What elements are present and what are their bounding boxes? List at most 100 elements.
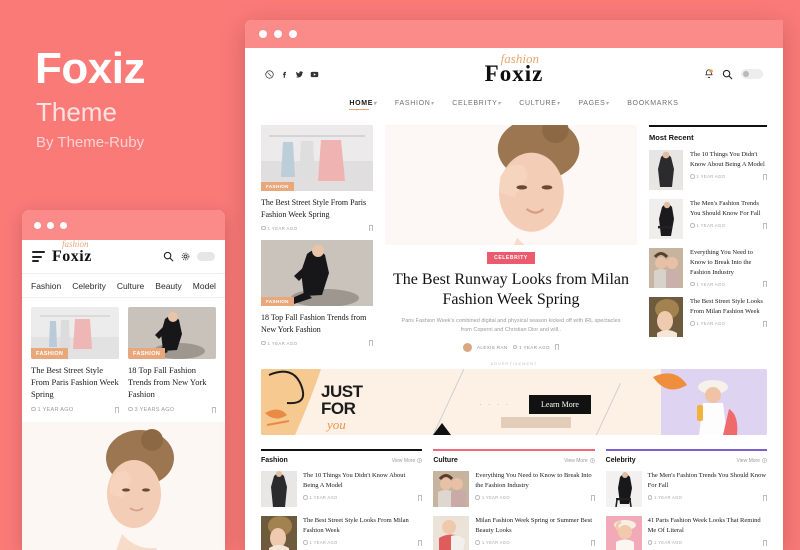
learn-more-button[interactable]: Learn More [529,395,591,415]
category-badge[interactable]: FASHION [261,297,294,307]
clock-icon [261,340,266,346]
bookmark-icon[interactable] [369,225,373,232]
category-badge[interactable]: FASHION [128,348,166,359]
list-item[interactable]: The 10 Things You Didn't Know About Bein… [261,471,423,508]
window-dot-minimize[interactable] [47,221,54,229]
category-badge[interactable]: FASHION [31,348,69,359]
list-item[interactable]: FASHION The Best Street Style From Paris… [31,307,119,413]
featured-image[interactable] [385,125,637,245]
article-title[interactable]: Everything You Need to Know to Break Int… [475,471,594,491]
mobile-nav-item-celebrity[interactable]: Celebrity [72,281,106,291]
bookmark-icon[interactable] [418,494,423,501]
window-dot-close[interactable] [259,30,267,38]
search-icon[interactable] [163,251,174,262]
bookmark-icon[interactable] [590,539,595,546]
article-date: 1 YEAR AGO [690,321,725,326]
window-dot-maximize[interactable] [60,221,67,229]
list-item[interactable]: The Men's Fashion Trends You Should Know… [605,471,767,508]
article-title[interactable]: 18 Top Fall Fashion Trends from New York… [128,365,216,401]
article-title[interactable]: The 10 Things You Didn't Know About Bein… [303,471,422,491]
article-title[interactable]: The Best Street Style Looks From Milan F… [690,297,767,317]
nav-item-bookmarks[interactable]: BOOKMARKS [627,100,678,110]
article-thumbnail[interactable] [261,471,297,508]
bookmark-icon[interactable] [554,344,559,351]
list-item[interactable]: The 10 Things You Didn't Know About Bein… [649,150,767,190]
category-badge[interactable]: FASHION [261,182,294,191]
bookmark-icon[interactable] [369,340,373,347]
article-thumbnail[interactable]: FASHION [261,240,373,307]
nav-item-celebrity[interactable]: CELEBRITY▾ [452,100,501,110]
article-title[interactable]: 41 Paris Fashion Week Looks That Remind … [648,516,767,536]
list-item[interactable]: 41 Paris Fashion Week Looks That Remind … [605,516,767,550]
hamburger-menu-icon[interactable] [32,251,45,262]
article-title[interactable]: The Best Street Style From Paris Fashion… [261,197,373,220]
mobile-nav-item-beauty[interactable]: Beauty [155,281,181,291]
list-item[interactable]: The Best Street Style Looks From Milan F… [649,297,767,337]
view-more-link[interactable]: View More [736,458,767,464]
column-title: Celebrity [605,457,636,465]
article-title[interactable]: The Men's Fashion Trends You Should Know… [690,199,767,219]
bookmark-icon[interactable] [763,320,767,327]
article-thumbnail[interactable] [605,471,642,508]
window-dot-maximize[interactable] [289,30,297,38]
nav-item-pages[interactable]: PAGES▾ [578,100,609,110]
nav-item-culture[interactable]: CULTURE▾ [519,100,560,110]
bookmark-icon[interactable] [762,494,767,501]
article-thumbnail[interactable] [649,248,683,288]
bookmark-icon[interactable] [763,222,767,229]
advertisement-banner[interactable]: JUST FOR you · · · · Learn More [261,369,767,436]
nav-item-fashion[interactable]: FASHION▾ [395,100,434,110]
list-item[interactable]: FASHION The Best Street Style From Paris… [261,125,373,232]
article-thumbnail[interactable]: FASHION [261,125,373,191]
dark-mode-toggle[interactable] [197,252,215,261]
bookmark-icon[interactable] [762,539,767,546]
article-thumbnail[interactable] [433,516,470,550]
bookmark-icon[interactable] [590,494,595,501]
mobile-nav-item-culture[interactable]: Culture [117,281,144,291]
article-thumbnail[interactable]: FASHION [31,307,119,359]
list-item[interactable]: FASHION 18 Top Fall Fashion Trends from … [261,240,373,347]
article-title[interactable]: Milan Fashion Week Spring or Summer Best… [475,516,594,536]
article-thumbnail[interactable]: FASHION [128,307,216,359]
window-dot-close[interactable] [34,221,41,229]
list-item[interactable]: The Men's Fashion Trends You Should Know… [649,199,767,239]
featured-article[interactable]: CELEBRITY The Best Runway Looks from Mil… [385,125,637,355]
list-item[interactable]: Everything You Need to Know to Break Int… [649,248,767,288]
article-title[interactable]: The Best Street Style Looks From Milan F… [303,516,422,536]
nav-item-home[interactable]: HOME▾ [349,100,377,110]
mobile-nav-item-model[interactable]: Model [193,281,216,291]
article-thumbnail[interactable] [649,297,683,337]
article-thumbnail[interactable] [433,471,470,508]
site-logo[interactable]: fashion Foxiz [245,51,783,87]
article-title[interactable]: The Men's Fashion Trends You Should Know… [648,471,767,491]
bookmark-icon[interactable] [763,173,767,180]
search-icon[interactable] [722,69,733,80]
list-item[interactable]: The Best Street Style Looks From Milan F… [261,516,423,550]
bookmark-icon[interactable] [212,406,216,413]
notification-bell-icon[interactable] [704,69,714,79]
article-thumbnail[interactable] [261,516,297,550]
article-title[interactable]: 18 Top Fall Fashion Trends from New York… [261,312,373,335]
article-title[interactable]: The Best Street Style From Paris Fashion… [31,365,119,401]
list-item[interactable]: Milan Fashion Week Spring or Summer Best… [433,516,595,550]
article-title[interactable]: The 10 Things You Didn't Know About Bein… [690,150,767,170]
mobile-nav-item-fashion[interactable]: Fashion [31,281,61,291]
view-more-link[interactable]: View More [392,458,423,464]
gear-icon[interactable] [181,252,190,261]
article-thumbnail[interactable] [649,199,683,239]
dark-mode-toggle[interactable] [741,69,763,79]
bookmark-icon[interactable] [763,281,767,288]
bookmark-icon[interactable] [418,539,423,546]
list-item[interactable]: Everything You Need to Know to Break Int… [433,471,595,508]
mobile-logo[interactable]: fashion Foxiz [52,239,92,266]
article-thumbnail[interactable] [605,516,642,550]
author-name[interactable]: ALEXIS RAN [477,345,508,350]
article-title[interactable]: Everything You Need to Know to Break Int… [690,248,767,277]
window-dot-minimize[interactable] [274,30,282,38]
category-badge[interactable]: CELEBRITY [487,252,535,264]
bookmark-icon[interactable] [115,406,119,413]
article-thumbnail[interactable] [649,150,683,190]
featured-title[interactable]: The Best Runway Looks from Milan Fashion… [385,270,637,310]
list-item[interactable]: FASHION 18 Top Fall Fashion Trends from … [128,307,216,413]
view-more-link[interactable]: View More [564,458,595,464]
